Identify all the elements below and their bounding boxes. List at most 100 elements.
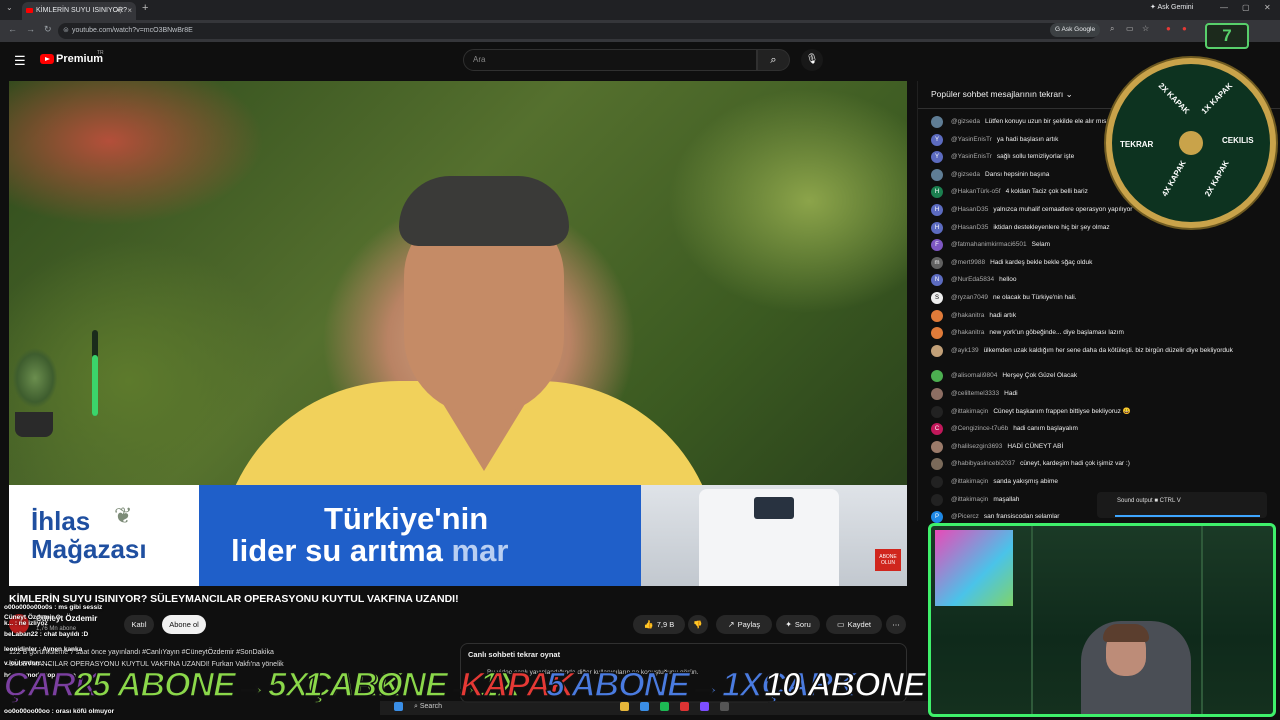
- chat-author[interactable]: @Cengizince-t7u6b: [951, 425, 1008, 432]
- more-actions-button[interactable]: ⋯: [886, 615, 906, 634]
- chat-author[interactable]: @Picercz: [951, 513, 979, 520]
- chat-avatar[interactable]: H: [931, 186, 943, 199]
- chat-author[interactable]: @ayk139: [951, 347, 979, 354]
- chat-avatar[interactable]: [931, 327, 943, 340]
- search-button[interactable]: ⌕: [757, 49, 790, 71]
- chat-avatar[interactable]: [931, 370, 943, 383]
- close-window-icon[interactable]: ✕: [1264, 3, 1271, 12]
- subscribe-button[interactable]: Abone ol: [162, 615, 206, 634]
- chat-author[interactable]: @hakanitra: [951, 329, 984, 336]
- taskbar-search-label: Search: [419, 703, 443, 710]
- voice-search-button[interactable]: 🎙: [801, 49, 823, 71]
- chat-avatar[interactable]: [931, 388, 943, 400]
- chat-author[interactable]: @YasinEnisTr: [951, 153, 992, 160]
- chat-avatar[interactable]: [931, 405, 943, 418]
- like-button[interactable]: 👍 7,9 B: [633, 615, 685, 634]
- wheel-label-4: 2X KAPAK: [1203, 158, 1231, 199]
- zoom-icon[interactable]: ⌕: [1110, 24, 1114, 34]
- chat-avatar[interactable]: [931, 440, 943, 453]
- video-player[interactable]: İhlas Mağazası ❦ Türkiye'nin lider su ar…: [9, 81, 907, 586]
- ask-gemini-button[interactable]: ✦ Ask Gemini: [1150, 3, 1193, 11]
- chrome-icon[interactable]: [680, 702, 689, 711]
- close-tab-icon[interactable]: ×: [127, 2, 132, 20]
- windows-start-icon[interactable]: [394, 702, 403, 711]
- file-explorer-icon[interactable]: [620, 702, 629, 711]
- menu-icon[interactable]: ☰: [14, 53, 26, 69]
- bookmark-star-icon[interactable]: ☆: [1142, 24, 1149, 33]
- chat-author[interactable]: @HakanTürk-o5f: [951, 188, 1001, 195]
- chat-author[interactable]: @ittakimaçin: [951, 408, 988, 415]
- chat-avatar[interactable]: H: [931, 221, 943, 234]
- chat-author[interactable]: @YasinEnisTr: [951, 136, 992, 143]
- speaker-icon[interactable]: ◂): [116, 2, 122, 20]
- chat-author[interactable]: @hakanitra: [951, 312, 984, 319]
- chat-author[interactable]: @gizseda: [951, 118, 980, 125]
- chat-avatar[interactable]: C: [931, 423, 943, 436]
- chat-avatar[interactable]: N: [931, 274, 943, 287]
- url-text: youtube.com/watch?v=mcO3BNwBr8E: [72, 27, 193, 34]
- chat-avatar[interactable]: [931, 309, 943, 322]
- chat-avatar[interactable]: [931, 493, 943, 506]
- share-button[interactable]: ↗ Paylaş: [716, 615, 772, 634]
- chat-author[interactable]: @HasanD35: [951, 224, 988, 231]
- ask-button[interactable]: ✦ Soru: [776, 615, 820, 634]
- chat-author[interactable]: @halilsezgin3693: [951, 443, 1002, 450]
- chat-author[interactable]: @gizseda: [951, 171, 980, 178]
- extension-icon[interactable]: ●: [1166, 24, 1171, 33]
- browser-tab-active[interactable]: KİMLERİN SUYU ISINIYOR? ◂) ×: [22, 2, 136, 20]
- chat-mode-dropdown[interactable]: Popüler sohbet mesajlarının tekrarı ⌄: [931, 89, 1073, 100]
- ask-google-button[interactable]: G Ask Google: [1050, 23, 1101, 37]
- new-tab-button[interactable]: +: [142, 2, 148, 14]
- maximize-icon[interactable]: ▢: [1242, 3, 1250, 12]
- chat-avatar[interactable]: F: [931, 239, 943, 252]
- site-info-icon[interactable]: ⊜: [63, 23, 69, 39]
- extension-icon-2[interactable]: ●: [1182, 24, 1187, 33]
- spotify-icon[interactable]: [660, 702, 669, 711]
- chat-avatar[interactable]: [931, 116, 943, 128]
- chat-author[interactable]: @ryzan7049: [951, 294, 988, 301]
- chat-author[interactable]: @fatmahanimkirmaci6501: [951, 241, 1027, 248]
- video-ad-banner[interactable]: İhlas Mağazası ❦ Türkiye'nin lider su ar…: [9, 485, 907, 586]
- chat-avatar[interactable]: [931, 168, 943, 181]
- chat-avatar[interactable]: m: [931, 256, 943, 269]
- plant-pot: [15, 412, 53, 437]
- save-button[interactable]: ▭ Kaydet: [826, 615, 882, 634]
- chat-avatar[interactable]: Y: [931, 133, 943, 146]
- edge-icon[interactable]: [640, 702, 649, 711]
- forward-icon[interactable]: →: [26, 24, 35, 34]
- back-icon[interactable]: ←: [8, 24, 17, 34]
- tab-search-icon[interactable]: ⌄: [6, 3, 13, 12]
- obs-icon[interactable]: [720, 702, 729, 711]
- chat-text: ya hadi başlasın artık: [996, 135, 1059, 143]
- chat-text: Lütfen konuyu uzun bir şekilde ele alır …: [985, 118, 1117, 125]
- taskbar-search[interactable]: ⌕ Search: [414, 703, 442, 711]
- chat-author[interactable]: @NurEda5834: [951, 276, 994, 283]
- chat-avatar[interactable]: [931, 344, 943, 357]
- chat-text: iktidan destekleyenlere hiç bir şey olma…: [993, 223, 1110, 231]
- cast-icon[interactable]: ▭: [1126, 24, 1134, 33]
- chat-author[interactable]: @HasanD35: [951, 206, 988, 213]
- chat-author[interactable]: @alisomali9804: [951, 372, 997, 379]
- chat-text: helloo: [999, 276, 1017, 284]
- search-input[interactable]: Ara: [463, 49, 757, 71]
- discord-icon[interactable]: [700, 702, 709, 711]
- chat-avatar[interactable]: Y: [931, 151, 943, 164]
- minimize-icon[interactable]: —: [1220, 3, 1228, 12]
- dislike-button[interactable]: 👎: [688, 615, 708, 634]
- chat-avatar[interactable]: [931, 458, 943, 471]
- chat-author[interactable]: @ittakimaçin: [951, 496, 988, 503]
- chat-avatar[interactable]: P: [931, 511, 943, 524]
- chat-author[interactable]: @celiltemel3333: [951, 390, 999, 397]
- chat-author[interactable]: @habibyasincebi2037: [951, 460, 1015, 467]
- reload-icon[interactable]: ↻: [44, 24, 52, 35]
- volume-slider[interactable]: [1115, 515, 1260, 517]
- chat-avatar[interactable]: H: [931, 204, 943, 216]
- join-button[interactable]: Katıl: [124, 615, 154, 634]
- address-bar[interactable]: ⊜ youtube.com/watch?v=mcO3BNwBr8E: [58, 23, 1098, 39]
- chat-avatar[interactable]: S: [931, 292, 943, 304]
- youtube-logo-icon[interactable]: [40, 54, 54, 64]
- subscribe-badge[interactable]: ABONE OLUN: [875, 549, 901, 571]
- chat-avatar[interactable]: [931, 476, 943, 488]
- chat-author[interactable]: @mert9988: [951, 259, 985, 266]
- chat-author[interactable]: @ittakimaçin: [951, 478, 988, 485]
